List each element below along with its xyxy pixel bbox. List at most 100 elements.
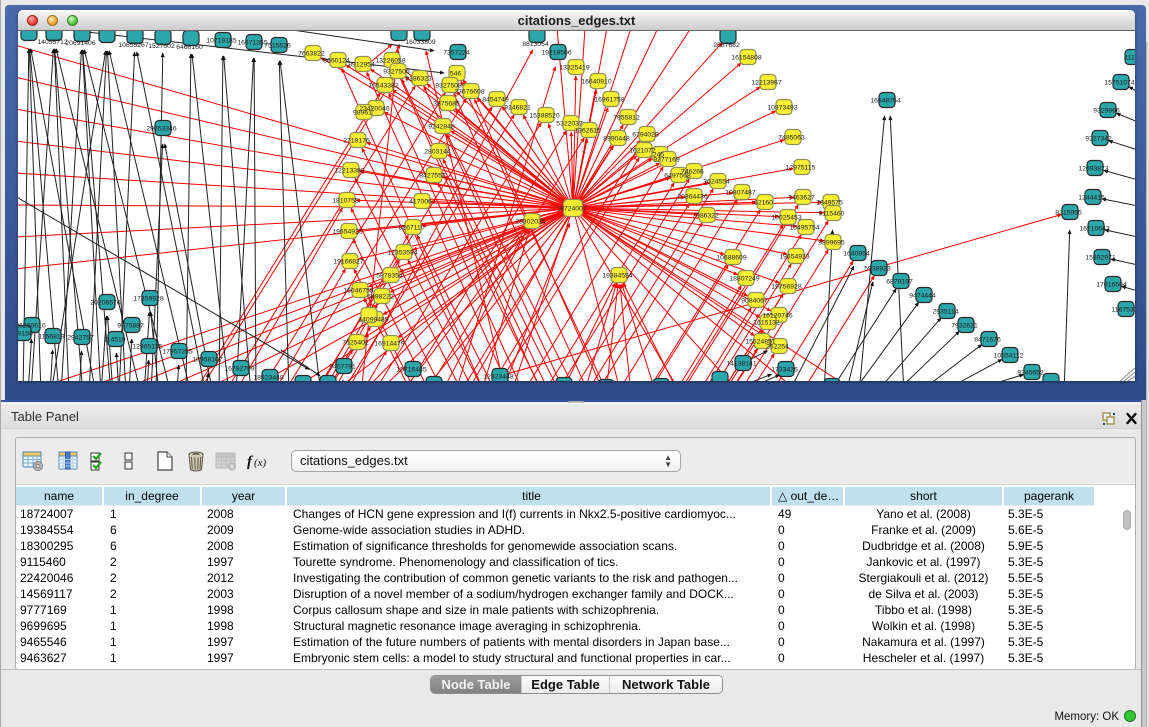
svg-text:5878354: 5878354 [376, 272, 403, 279]
svg-text:9899695: 9899695 [818, 239, 845, 246]
svg-text:7625402: 7625402 [342, 339, 369, 346]
svg-text:16961758: 16961758 [594, 96, 624, 103]
svg-text:62160: 62160 [754, 199, 773, 206]
svg-text:8990448: 8990448 [603, 135, 630, 142]
svg-text:18923448: 18923448 [253, 374, 283, 381]
svg-text:12213389: 12213389 [334, 167, 364, 174]
svg-text:16671355: 16671355 [237, 39, 267, 46]
svg-text:8813054: 8813054 [522, 41, 549, 48]
svg-text:16154808: 16154808 [731, 54, 761, 61]
svg-text:1810755: 1810755 [332, 197, 359, 204]
svg-text:1167533: 1167533 [1112, 306, 1135, 313]
svg-text:10807487: 10807487 [725, 189, 755, 196]
svg-text:15716485: 15716485 [396, 366, 426, 373]
svg-text:10719185: 10719185 [206, 37, 236, 44]
svg-text:5938923: 5938923 [864, 265, 891, 272]
svg-text:23676608: 23676608 [454, 88, 484, 95]
svg-text:20206576: 20206576 [90, 299, 120, 306]
svg-text:10654112: 10654112 [994, 352, 1024, 359]
svg-text:252254: 252254 [766, 343, 789, 350]
svg-text:17016504: 17016504 [1096, 281, 1126, 288]
svg-text:98961: 98961 [353, 109, 372, 116]
svg-text:8912954: 8912954 [348, 61, 375, 68]
svg-text:546: 546 [450, 70, 462, 77]
svg-text:139150: 139150 [18, 330, 33, 337]
svg-text:2087682: 2087682 [713, 42, 740, 49]
svg-text:5322037: 5322037 [556, 120, 583, 127]
svg-text:3624554: 3624554 [703, 178, 730, 185]
svg-text:1362615: 1362615 [574, 127, 601, 134]
svg-text:15751074: 15751074 [1104, 79, 1134, 86]
svg-text:6879197: 6879197 [886, 278, 913, 285]
svg-text:7955812: 7955812 [613, 114, 640, 121]
svg-text:1156819: 1156819 [39, 333, 65, 340]
svg-text:16033809: 16033809 [405, 39, 435, 46]
svg-text:17957255: 17957255 [162, 348, 192, 355]
svg-text:f: f [247, 454, 254, 470]
svg-text:9115460: 9115460 [819, 210, 845, 217]
svg-text:6794028: 6794028 [632, 131, 659, 138]
svg-text:16648754: 16648754 [870, 97, 900, 104]
svg-text:9463627: 9463627 [788, 194, 815, 201]
svg-text:417006: 417006 [409, 198, 432, 205]
svg-text:17359928: 17359928 [133, 295, 163, 302]
svg-text:8215955: 8215955 [1055, 209, 1082, 216]
svg-text:7986322: 7986322 [692, 212, 719, 219]
svg-text:10973493: 10973493 [767, 104, 797, 111]
svg-text:10655267: 10655267 [118, 42, 148, 49]
svg-text:7357224: 7357224 [443, 49, 470, 56]
svg-text:3875685: 3875685 [433, 100, 460, 107]
svg-text:13325419: 13325419 [559, 64, 589, 71]
svg-text:12923448: 12923448 [483, 373, 513, 380]
svg-text:14055712: 14055712 [37, 39, 67, 46]
svg-text:16120746: 16120746 [762, 312, 792, 319]
svg-text:2718176: 2718176 [343, 137, 370, 144]
svg-text:14099489: 14099489 [358, 316, 388, 323]
svg-text:19756928: 19756928 [771, 283, 801, 290]
svg-text:14138141: 14138141 [726, 360, 756, 367]
svg-text:1733426: 1733426 [771, 366, 798, 373]
svg-text:9242848: 9242848 [428, 123, 455, 130]
svg-text:746266: 746266 [681, 168, 704, 175]
svg-text:9146821: 9146821 [504, 104, 531, 111]
svg-text:12353594: 12353594 [387, 249, 417, 256]
svg-text:19654925: 19654925 [332, 228, 362, 235]
svg-text:2935114: 2935114 [933, 308, 959, 315]
svg-text:8186323: 8186323 [405, 75, 432, 82]
svg-text:9084067: 9084067 [741, 297, 768, 304]
svg-text:7932621: 7932621 [951, 322, 978, 329]
svg-text:15692971: 15692971 [1085, 254, 1115, 261]
svg-text:5498222: 5498222 [367, 293, 394, 300]
svg-text:29053346: 29053346 [146, 125, 176, 132]
svg-text:16543382: 16543382 [368, 82, 398, 89]
svg-text:12093873: 12093873 [1078, 165, 1108, 172]
svg-text:16210643: 16210643 [1079, 225, 1109, 232]
svg-text:19218506: 19218506 [541, 49, 571, 56]
svg-text:25302035: 25302035 [515, 218, 545, 225]
svg-text:16782759: 16782759 [224, 365, 254, 372]
svg-text:19654923: 19654923 [779, 253, 809, 260]
svg-text:9474444: 9474444 [909, 292, 936, 299]
svg-text:26260610: 26260610 [18, 322, 46, 329]
svg-text:20691406: 20691406 [65, 40, 95, 47]
svg-text:12213967: 12213967 [751, 79, 781, 86]
svg-text:12975115: 12975115 [786, 164, 816, 171]
svg-text:19384554: 19384554 [602, 272, 632, 279]
svg-text:8454749: 8454749 [482, 96, 509, 103]
svg-text:8660124: 8660124 [323, 57, 350, 64]
svg-text:1112: 1112 [1124, 54, 1135, 61]
svg-text:2649575: 2649575 [816, 199, 843, 206]
svg-text:8267110: 8267110 [399, 224, 425, 231]
svg-text:9245652: 9245652 [1017, 369, 1044, 376]
svg-text:6466160: 6466160 [176, 44, 203, 51]
svg-text:13226058: 13226058 [375, 57, 405, 64]
svg-text:9777169: 9777169 [653, 156, 680, 163]
svg-text:10958107: 10958107 [192, 356, 222, 363]
svg-text:18807249: 18807249 [729, 275, 759, 282]
svg-text:1640954: 1640954 [843, 250, 870, 257]
svg-text:9327506: 9327506 [383, 68, 410, 75]
svg-text:19166827: 19166827 [333, 258, 363, 265]
svg-text:16640910: 16640910 [581, 78, 611, 85]
svg-text:7515526: 7515526 [264, 42, 291, 49]
svg-text:8427552: 8427552 [419, 172, 446, 179]
